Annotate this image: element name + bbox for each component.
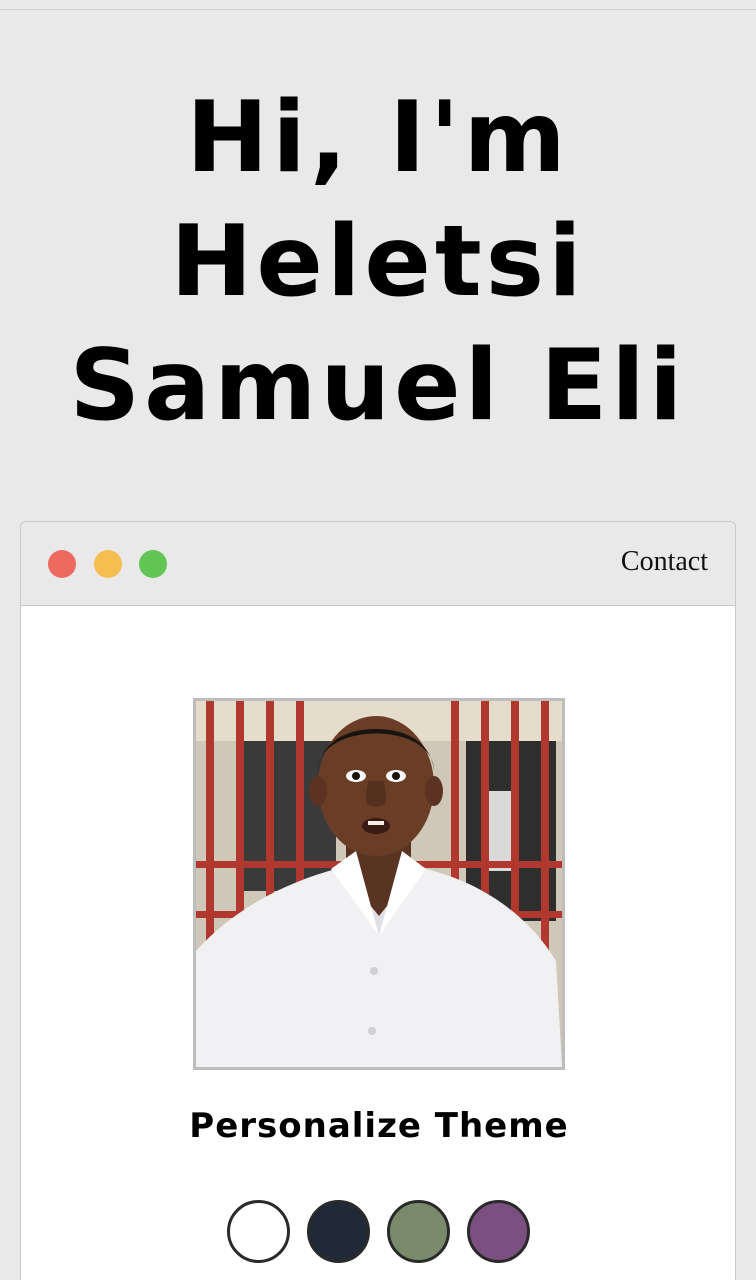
- theme-swatch-green[interactable]: [387, 1200, 450, 1263]
- browser-window: Contact Personalize Theme: [20, 521, 736, 1280]
- hero-line-2: Heletsi: [170, 205, 586, 319]
- theme-swatch-dark[interactable]: [307, 1200, 370, 1263]
- personalize-theme-title: Personalize Theme: [189, 1106, 569, 1146]
- hero-line-1: Hi, I'm: [186, 81, 570, 195]
- close-dot[interactable]: [48, 550, 76, 578]
- theme-swatch-purple[interactable]: [467, 1200, 530, 1263]
- contact-link[interactable]: Contact: [621, 546, 708, 578]
- window-titlebar: Contact: [21, 522, 735, 606]
- theme-swatches: [227, 1200, 530, 1264]
- hero-title: Hi, I'm Heletsi Samuel Eli: [0, 76, 756, 448]
- profile-photo-image: [196, 701, 562, 1067]
- theme-swatch-white[interactable]: [227, 1200, 290, 1263]
- profile-photo: [193, 698, 565, 1070]
- hero-line-3: Samuel Eli: [69, 329, 687, 443]
- maximize-dot[interactable]: [139, 550, 167, 578]
- page: Hi, I'm Heletsi Samuel Eli Contact Perso…: [0, 9, 756, 1280]
- minimize-dot[interactable]: [94, 550, 122, 578]
